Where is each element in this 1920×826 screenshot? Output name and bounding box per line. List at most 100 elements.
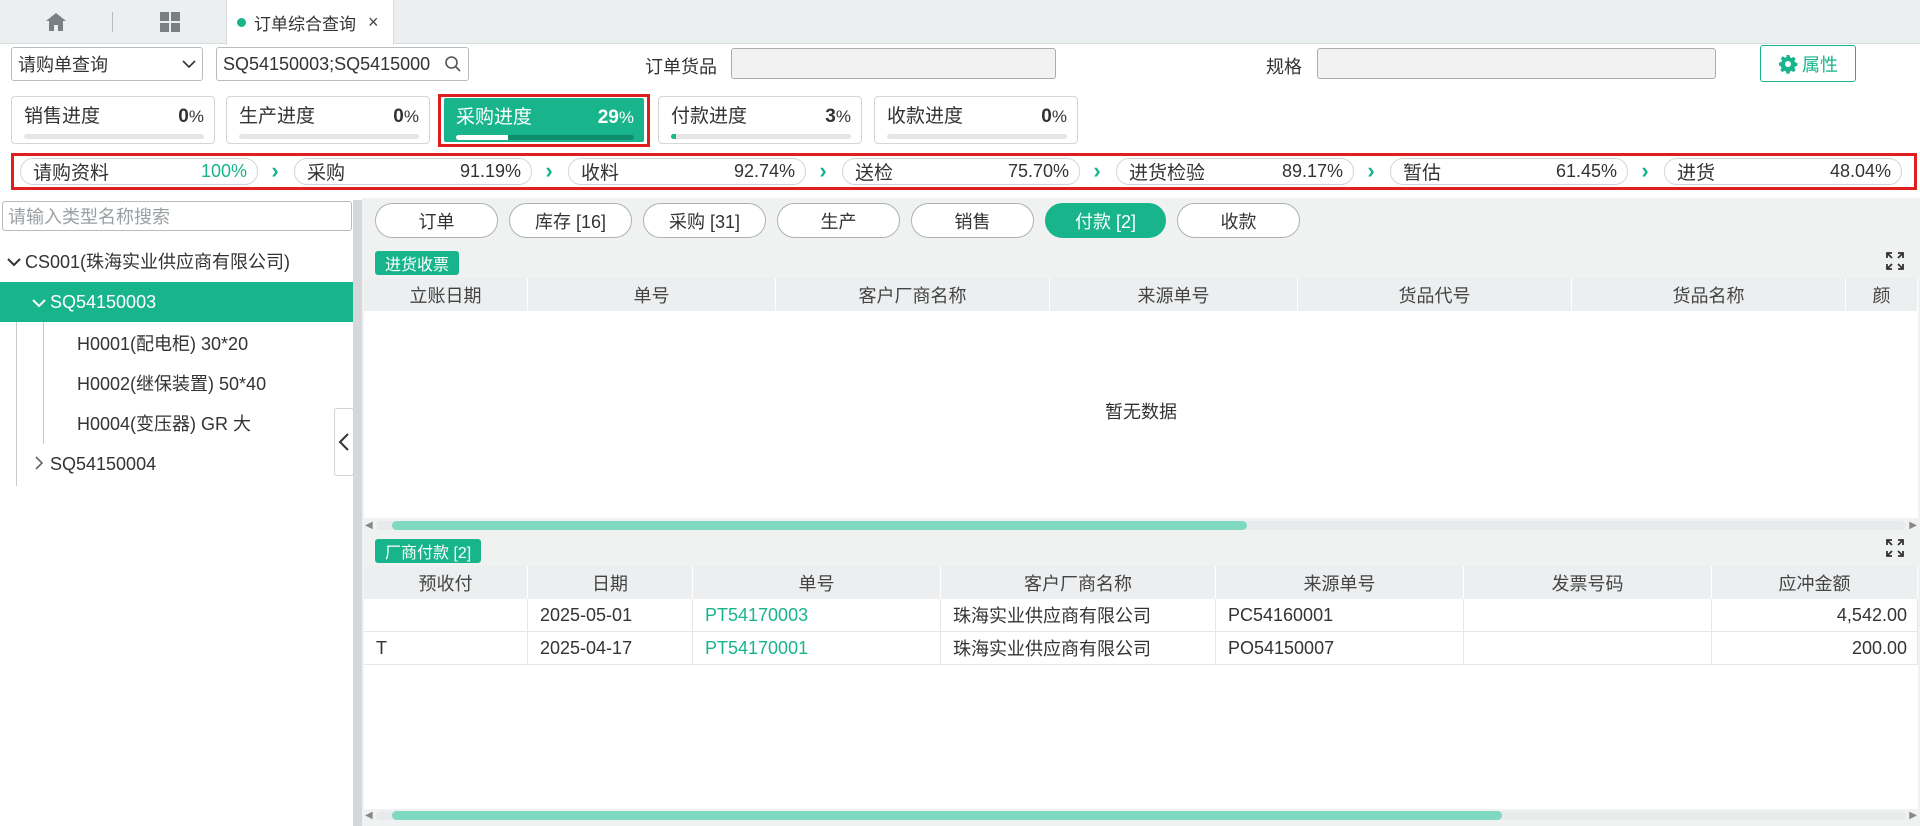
table-cell: PO54150007 [1216,632,1464,664]
progress-bar [239,134,419,139]
detail-tab[interactable]: 采购 [31] [643,203,766,238]
process-step[interactable]: 进货 48.04% [1664,158,1902,185]
chevron-right-icon: › [1641,158,1649,183]
detail-tab[interactable]: 订单 [375,203,498,238]
table-row[interactable]: 2025-05-01 PT54170003 珠海实业供应商有限公司 PC5416000… [364,599,1918,632]
attributes-label: 属性 [1802,54,1838,75]
order-link[interactable]: PT54170003 [693,599,941,631]
table-row[interactable]: T 2025-04-17 PT54170001 珠海实业供应商有限公司 PO541500… [364,632,1918,665]
column-header[interactable]: 颜 [1846,278,1918,311]
column-header[interactable]: 立账日期 [364,278,528,311]
scroll-thumb[interactable] [392,521,1247,530]
detail-tab[interactable]: 付款 [2] [1045,203,1166,238]
detail-tab[interactable]: 生产 [777,203,900,238]
column-header[interactable]: 单号 [693,566,941,599]
receipts-grid: 立账日期 单号 客户厂商名称 来源单号 货品代号 货品名称颜 暂无数据 [364,278,1918,518]
grid-icon[interactable] [142,0,198,44]
tree-node-label: CS001(珠海实业供应商有限公司) [25,252,291,272]
spec-input[interactable] [1317,48,1716,79]
panel-splitter[interactable] [353,200,362,826]
horizontal-scrollbar[interactable]: ◀ ▶ [364,518,1918,532]
progress-card[interactable]: 销售进度 0% [11,96,215,144]
chevron-down-icon[interactable] [3,251,25,272]
column-header[interactable]: 来源单号 [1216,566,1464,599]
progress-card[interactable]: 收款进度 0% [874,96,1078,144]
column-header[interactable]: 货品代号 [1298,278,1572,311]
tab-title: 订单综合查询 [254,15,356,34]
chevron-down-icon[interactable] [28,292,50,313]
search-input[interactable]: SQ54150003;SQ5415000 [216,47,469,81]
step-label: 请购资料 [33,163,110,184]
home-icon[interactable] [28,0,84,44]
step-label: 采购 [307,163,346,184]
step-value: 48.04% [1829,161,1891,181]
active-dot-icon [237,18,246,27]
process-step[interactable]: 暂估 61.45% [1390,158,1628,185]
table-cell: 珠海实业供应商有限公司 [941,632,1216,664]
table-cell [1464,599,1712,631]
progress-fill [671,134,677,139]
table-cell: PC54160001 [1216,599,1464,631]
table-cell: 200.00 [1712,632,1918,664]
column-header[interactable]: 预收付 [364,566,528,599]
progress-card[interactable]: 生产进度 0% [226,96,430,144]
order-link[interactable]: PT54170001 [693,632,941,664]
step-value: 91.19% [459,161,521,181]
step-label: 进货检验 [1129,163,1206,184]
table-cell: 珠海实业供应商有限公司 [941,599,1216,631]
tree-node-root[interactable]: CS001(珠海实业供应商有限公司) [3,241,353,281]
column-header[interactable]: 货品名称 [1572,278,1846,311]
expand-icon[interactable] [1885,251,1905,271]
chevron-right-icon[interactable] [28,454,50,475]
process-step[interactable]: 送检 75.70% [842,158,1080,185]
progress-percent: 0% [393,106,419,127]
grid-header: 预收付 日期 单号 客户厂商名称 来源单号 发票号码 应冲金额 [364,566,1918,599]
column-header[interactable]: 单号 [528,278,776,311]
chevron-right-icon: › [819,158,827,183]
tree-leaf[interactable]: H0002(继保装置) 50*40 [77,363,266,403]
horizontal-scrollbar[interactable]: ◀ ▶ [364,808,1918,822]
goods-input[interactable] [731,48,1056,79]
tree-node-collapsed[interactable]: SQ54150004 [28,444,156,484]
detail-tab[interactable]: 销售 [911,203,1034,238]
tree-search-placeholder: 请输入类型名称搜索 [8,207,170,227]
column-header[interactable]: 客户厂商名称 [941,566,1216,599]
search-icon[interactable] [444,55,462,73]
step-value: 100% [200,161,247,181]
table-cell [364,599,528,631]
progress-percent: 0% [1041,106,1067,127]
scroll-thumb[interactable] [392,811,1502,820]
progress-percent: 3% [825,106,851,127]
process-step[interactable]: 收料 92.74% [568,158,806,185]
progress-label: 生产进度 [239,106,316,127]
tree-leaf[interactable]: H0004(变压器) GR 大 [77,403,251,443]
progress-card[interactable]: 付款进度 3% [658,96,862,144]
attributes-button[interactable]: 属性 [1760,45,1856,82]
tree-leaf[interactable]: H0001(配电柜) 30*20 [77,323,248,363]
payments-grid: 预收付 日期 单号 客户厂商名称 来源单号 发票号码 应冲金额 2025-05-01 PT54… [364,566,1918,809]
process-step[interactable]: 采购 91.19% [294,158,532,185]
table-cell: T [364,632,528,664]
expand-icon[interactable] [1885,538,1905,558]
table-cell: 2025-04-17 [528,632,693,664]
detail-tab[interactable]: 收款 [1177,203,1300,238]
process-step[interactable]: 请购资料 100% [20,158,258,185]
chevron-right-icon: › [1367,158,1375,183]
query-type-select[interactable]: 请购单查询 [11,47,203,81]
column-header[interactable]: 应冲金额 [1712,566,1918,599]
tab-order-query[interactable]: 订单综合查询 × [226,0,394,45]
progress-bar [24,134,204,139]
progress-percent: 0% [178,106,204,127]
highlight-box [438,94,650,147]
column-header[interactable]: 来源单号 [1050,278,1298,311]
column-header[interactable]: 日期 [528,566,693,599]
detail-tab[interactable]: 库存 [16] [509,203,632,238]
close-icon[interactable]: × [368,12,379,33]
tree-search-input[interactable]: 请输入类型名称搜索 [2,201,352,231]
chevron-left-icon[interactable] [334,408,354,476]
tree-node-selected[interactable]: SQ54150003 [0,282,353,322]
column-header[interactable]: 客户厂商名称 [776,278,1050,311]
search-value: SQ54150003;SQ5415000 [223,53,431,74]
process-step[interactable]: 进货检验 89.17% [1116,158,1354,185]
column-header[interactable]: 发票号码 [1464,566,1712,599]
